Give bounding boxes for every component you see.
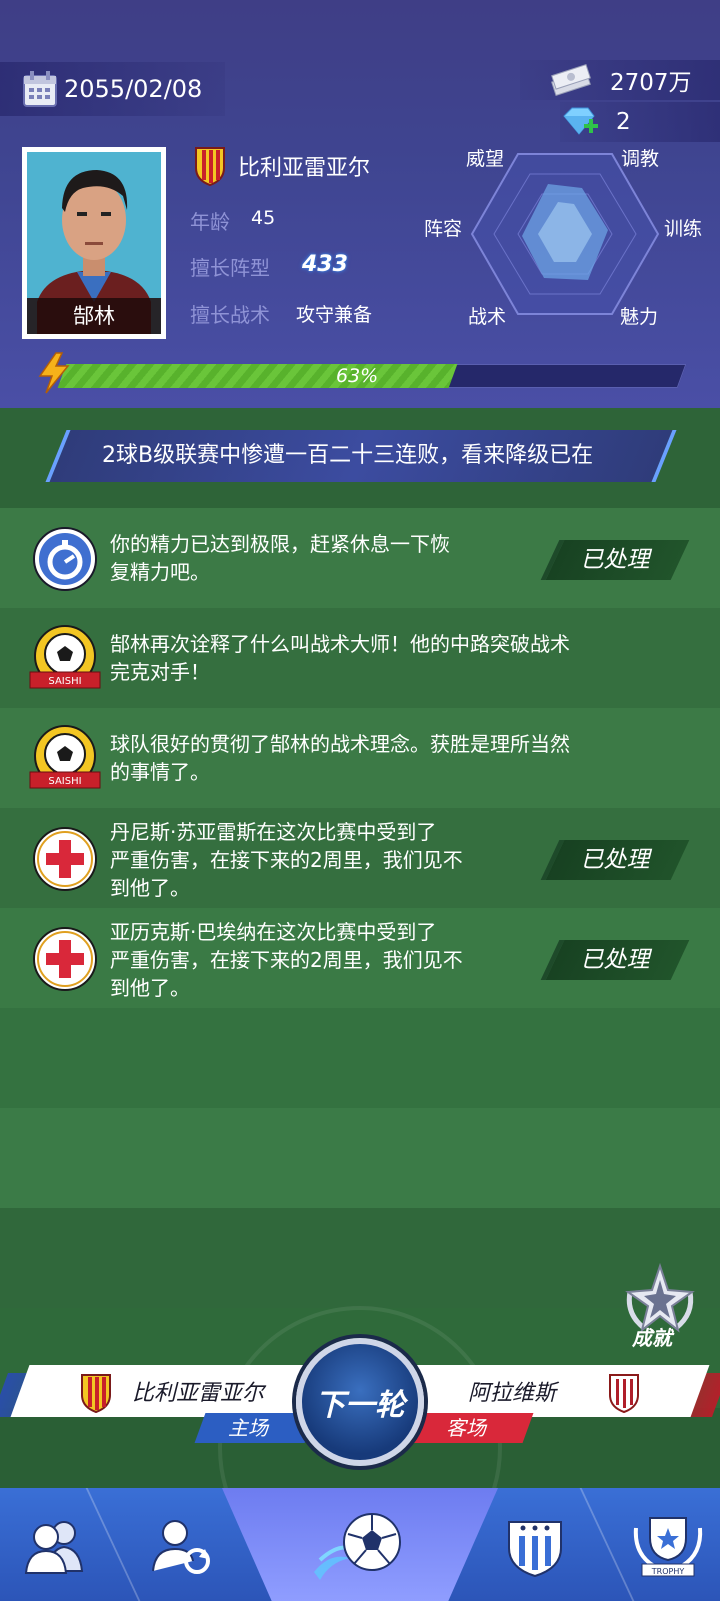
- club-row: 比利亚雷亚尔: [194, 146, 370, 186]
- club-name: 比利亚雷亚尔: [238, 156, 371, 181]
- nav-transfer[interactable]: [130, 1488, 230, 1601]
- age-value: 45: [251, 207, 276, 229]
- tactic-label: 擅长战术: [190, 303, 270, 327]
- message-item: 丹尼斯·苏亚雷斯在这次比赛中受到了 严重伤害，在接下来的2周里，我们见不 到他了…: [0, 810, 720, 908]
- diamond-plus-icon[interactable]: [560, 106, 600, 140]
- home-crest-icon: [81, 1374, 111, 1413]
- lightning-icon: [38, 352, 70, 394]
- message-text: 丹尼斯·苏亚雷斯在这次比赛中受到了 严重伤害，在接下来的2周里，我们见不 到他了…: [110, 820, 463, 900]
- message-text: 郜林再次诠释了什么叫战术大师！他的中路突破战术 完克对手！: [110, 632, 570, 684]
- progress-fill: [57, 364, 458, 388]
- money-display: 2707万: [520, 60, 720, 100]
- message-item: SAISHI 球队很好的贯彻了郜林的战术理念。获胜是理所当然 的事情了。: [0, 710, 720, 808]
- stopwatch-icon: [33, 527, 97, 591]
- handled-button[interactable]: 已处理: [540, 940, 690, 980]
- date-text: 2055/02/08: [64, 75, 203, 103]
- energy-progress: 63%: [36, 352, 687, 394]
- message-text: 你的精力已达到极限，赶紧休息一下恢 复精力吧。: [110, 532, 450, 584]
- progress-text: 63%: [336, 365, 379, 387]
- nav-match[interactable]: [300, 1488, 420, 1601]
- soccer-ball-badge-icon: SAISHI: [29, 625, 101, 689]
- home-team-name: 比利亚雷亚尔: [132, 1381, 265, 1406]
- next-round-button[interactable]: 下一轮: [296, 1338, 424, 1466]
- hex-label-coaching: 调教: [621, 148, 660, 170]
- coach-portrait[interactable]: 郜林: [22, 147, 166, 339]
- away-tag-text: 客场: [446, 1416, 486, 1440]
- hex-label-training: 训练: [664, 218, 703, 240]
- gem-value: 2: [616, 109, 631, 135]
- message-item: 你的精力已达到极限，赶紧休息一下恢 复精力吧。 已处理: [0, 510, 720, 608]
- next-round-label: 下一轮: [315, 1388, 405, 1423]
- coach-name: 郜林: [27, 298, 161, 334]
- player-swap-icon[interactable]: [147, 1515, 213, 1575]
- soccer-ball-badge-icon: SAISHI: [29, 725, 101, 789]
- news-ticker-text: 2球B级联赛中惨遭一百二十三连败，看来降级已在: [102, 443, 594, 468]
- hex-label-squad: 阵容: [424, 218, 463, 240]
- red-cross-icon: [33, 827, 97, 891]
- nav-players[interactable]: [0, 1488, 110, 1601]
- money-value: 2707万: [610, 70, 692, 96]
- red-cross-icon: [33, 927, 97, 991]
- trophy-text: TROPHY: [651, 1567, 685, 1576]
- badge-text: SAISHI: [48, 776, 81, 787]
- message-item: 亚历克斯·巴埃纳在这次比赛中受到了 严重伤害，在接下来的2周里，我们见不 到他了…: [0, 910, 720, 1008]
- handled-button[interactable]: 已处理: [540, 840, 690, 880]
- players-icon[interactable]: [20, 1515, 90, 1575]
- message-item: SAISHI 郜林再次诠释了什么叫战术大师！他的中路突破战术 完克对手！: [0, 610, 720, 708]
- away-crest-icon: [609, 1374, 639, 1413]
- hex-label-charm: 魅力: [620, 306, 659, 328]
- handled-button[interactable]: 已处理: [540, 540, 690, 580]
- gem-display[interactable]: 2: [560, 102, 720, 142]
- hex-label-tactics: 战术: [468, 306, 507, 328]
- formation-value: 433: [302, 252, 348, 277]
- date-display: 2055/02/08: [0, 62, 225, 116]
- home-tag-text: 主场: [228, 1416, 268, 1440]
- badge-text: SAISHI: [48, 676, 81, 687]
- age-label: 年龄: [190, 210, 230, 234]
- money-icon: [551, 63, 591, 97]
- message-text: 球队很好的贯彻了郜林的战术理念。获胜是理所当然 的事情了。: [110, 732, 570, 784]
- trophy-icon[interactable]: TROPHY: [628, 1508, 708, 1582]
- coach-header: 2055/02/08 2707万 2 郜林 比利亚雷亚尔 年龄 45 擅长阵型 …: [0, 0, 720, 408]
- club-crest-icon: [195, 147, 225, 186]
- bottom-nav: TROPHY: [0, 1488, 720, 1601]
- nav-trophy[interactable]: TROPHY: [616, 1488, 720, 1601]
- calendar-icon: [23, 71, 57, 107]
- achievement-label[interactable]: 成就: [632, 1322, 672, 1351]
- formation-label: 擅长阵型: [190, 256, 270, 280]
- message-text: 亚历克斯·巴埃纳在这次比赛中受到了 严重伤害，在接下来的2周里，我们见不 到他了…: [110, 920, 463, 1000]
- soccer-ball-icon[interactable]: [310, 1502, 410, 1588]
- attribute-hexagon[interactable]: [470, 150, 660, 318]
- tactic-value: 攻守兼备: [296, 304, 373, 326]
- hex-label-prestige: 威望: [466, 148, 505, 170]
- club-shield-icon[interactable]: [505, 1512, 565, 1578]
- nav-club[interactable]: [490, 1488, 580, 1601]
- away-team-name: 阿拉维斯: [468, 1381, 557, 1406]
